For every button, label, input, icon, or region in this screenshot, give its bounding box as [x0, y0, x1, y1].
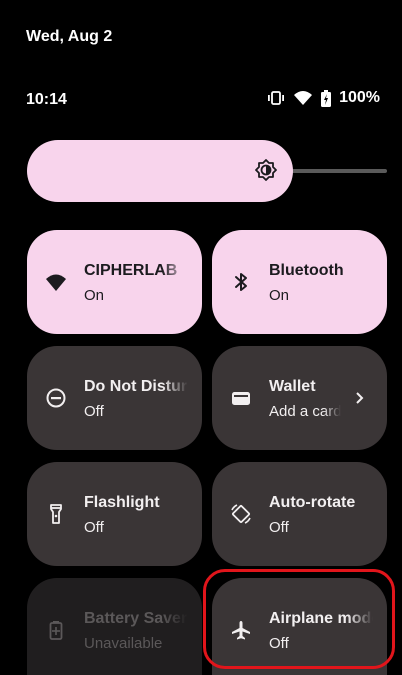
- date-label: Wed, Aug 2: [26, 28, 113, 45]
- airplane-icon: [232, 621, 250, 640]
- time-label: 10:14: [26, 91, 67, 108]
- svg-text:4: 4: [306, 100, 310, 106]
- battery-saver-icon: [49, 621, 63, 640]
- battery-icon: [321, 89, 332, 107]
- brightness-icon: [255, 159, 277, 181]
- quick-settings-panel: Wed, Aug 2 10:14 4 100% 4 CIPHERLAB On B…: [0, 0, 402, 675]
- status-icons: 4 100%: [267, 89, 380, 107]
- flashlight-icon: [50, 504, 62, 524]
- tile-airplane-label: Airplane mode: [269, 610, 373, 627]
- tile-auto-rotate-label: Auto-rotate: [269, 494, 356, 511]
- tile-wifi[interactable]: 4 CIPHERLAB On: [27, 230, 202, 334]
- svg-text:4: 4: [59, 285, 64, 293]
- battery-percent: 100%: [339, 89, 380, 106]
- tile-airplane-mode[interactable]: Airplane mode Off: [212, 578, 387, 675]
- tile-wifi-label: CIPHERLAB: [84, 262, 178, 279]
- tile-wallet[interactable]: Wallet Add a card: [212, 346, 387, 450]
- tile-bluetooth[interactable]: Bluetooth On: [212, 230, 387, 334]
- vibrate-icon: [267, 91, 285, 105]
- tile-dnd-state: Off: [84, 403, 104, 420]
- tile-wifi-state: On: [84, 287, 105, 304]
- tile-bluetooth-state: On: [269, 287, 290, 304]
- tile-do-not-disturb[interactable]: Do Not Disturb Off: [27, 346, 202, 450]
- tile-dnd-label: Do Not Disturb: [84, 378, 188, 395]
- brightness-track[interactable]: [287, 169, 387, 173]
- wifi-status-icon: 4: [293, 90, 313, 106]
- tile-flashlight-state: Off: [84, 519, 104, 536]
- tile-bluetooth-label: Bluetooth: [269, 262, 344, 279]
- tile-battery-saver-state: Unavailable: [84, 635, 163, 652]
- brightness-fill[interactable]: [27, 140, 293, 202]
- chevron-right-icon: [356, 392, 364, 404]
- tile-airplane-state: Off: [269, 635, 289, 652]
- tile-auto-rotate-state: Off: [269, 519, 289, 536]
- tile-flashlight-label: Flashlight: [84, 494, 160, 511]
- tile-wallet-state: Add a card: [269, 403, 341, 420]
- bluetooth-icon: [235, 273, 247, 291]
- brightness-slider[interactable]: [27, 140, 387, 202]
- do-not-disturb-icon: [46, 388, 66, 408]
- tile-battery-saver-label: Battery Saver: [84, 610, 188, 627]
- tile-auto-rotate[interactable]: Auto-rotate Off: [212, 462, 387, 566]
- wallet-icon: [232, 392, 250, 405]
- wifi-icon: 4: [46, 274, 66, 293]
- tile-flashlight[interactable]: Flashlight Off: [27, 462, 202, 566]
- tile-battery-saver[interactable]: Battery Saver Unavailable: [27, 578, 202, 675]
- auto-rotate-icon: [231, 504, 251, 524]
